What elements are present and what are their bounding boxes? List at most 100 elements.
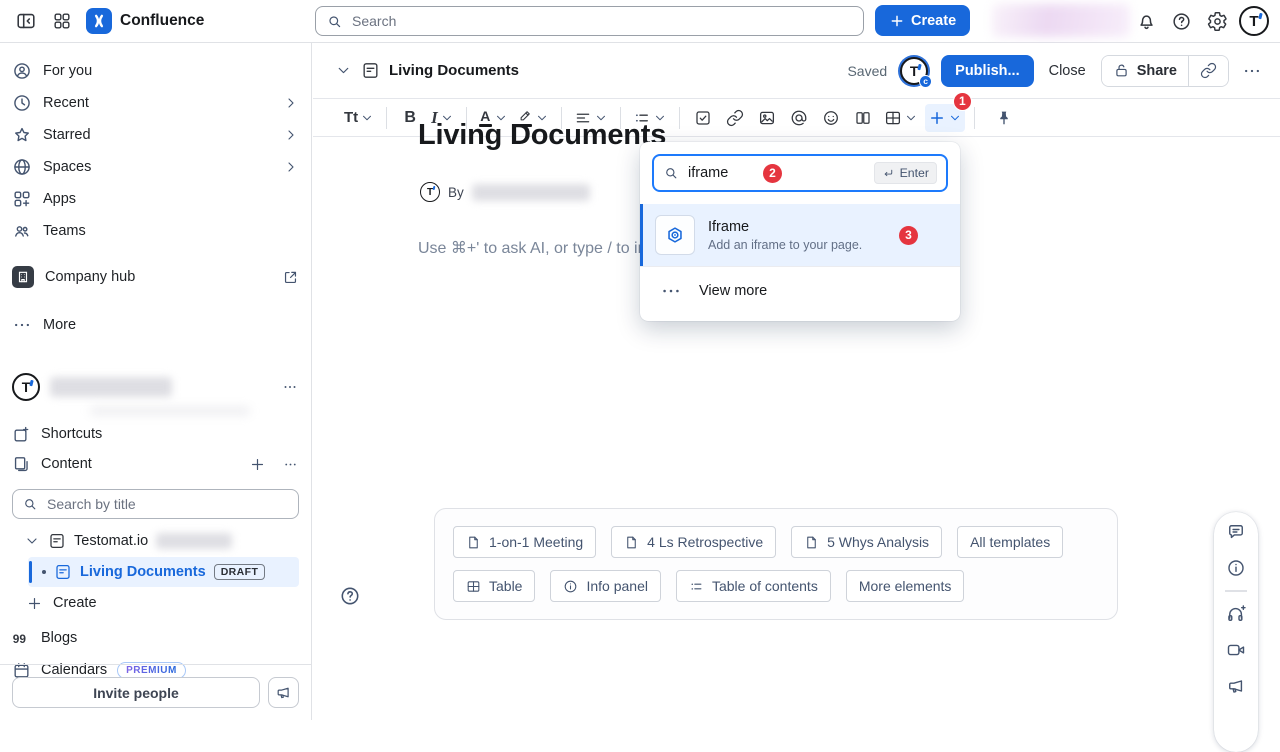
sidebar-content[interactable]: Content <box>0 449 311 479</box>
global-search[interactable] <box>315 6 864 36</box>
chevron-down-icon <box>948 111 962 125</box>
avatar-tick-mark <box>29 380 33 386</box>
share-button[interactable]: Share <box>1102 56 1188 86</box>
page-more-button[interactable] <box>1242 61 1262 81</box>
chip-label: All templates <box>970 534 1050 550</box>
notifications-button[interactable] <box>1131 0 1161 42</box>
settings-button[interactable] <box>1202 0 1232 42</box>
copy-link-button[interactable] <box>1189 56 1228 86</box>
announcement-button[interactable] <box>268 677 299 708</box>
chevron-right-icon <box>283 127 299 143</box>
iframe-menu-item[interactable]: Iframe Add an iframe to your page. 3 <box>640 204 960 266</box>
content-search[interactable] <box>12 489 299 519</box>
redacted-author-name <box>472 184 590 201</box>
sidebar-item-more[interactable]: More <box>0 309 311 341</box>
help-icon <box>1171 11 1192 32</box>
view-more-menu-item[interactable]: View more <box>640 267 960 315</box>
bell-icon <box>1136 11 1157 32</box>
redacted-page-suffix <box>156 533 232 549</box>
chevron-down-icon <box>335 62 352 79</box>
iframe-icon <box>655 215 695 255</box>
close-button[interactable]: Close <box>1047 63 1088 79</box>
sidebar-item-starred[interactable]: Starred <box>0 119 311 151</box>
page-collapse-chevron[interactable] <box>335 62 352 79</box>
enter-label: Enter <box>900 166 929 180</box>
collapse-sidebar-button[interactable] <box>10 0 42 42</box>
insert-search-input[interactable] <box>686 164 756 182</box>
content-add-button[interactable] <box>249 456 266 473</box>
publish-button[interactable]: Publish... <box>941 55 1033 87</box>
more-elements-button[interactable]: More elements <box>846 570 965 602</box>
video-button[interactable] <box>1226 640 1246 660</box>
invite-people-button[interactable]: Invite people <box>12 677 260 708</box>
megaphone-icon <box>275 684 292 701</box>
tree-item-living-documents-selected[interactable]: Living Documents DRAFT <box>28 557 299 587</box>
create-button[interactable]: Create <box>875 5 970 36</box>
checkbox-icon <box>694 109 712 127</box>
content-search-input[interactable] <box>45 495 289 513</box>
avatar-letter: T <box>910 63 919 79</box>
emoji-button[interactable] <box>817 104 845 132</box>
sidebar-item-apps[interactable]: Apps <box>0 183 311 215</box>
global-search-input[interactable] <box>350 12 853 30</box>
ellipsis-icon <box>282 456 299 473</box>
insert-link-button[interactable] <box>721 104 749 132</box>
chevron-down-icon <box>24 533 40 549</box>
table-button[interactable] <box>881 104 921 132</box>
insert-elements-button[interactable]: 1 <box>925 104 965 132</box>
announcements-button[interactable] <box>1226 676 1246 696</box>
mention-button[interactable] <box>785 104 813 132</box>
collaborator-avatar[interactable]: T c <box>900 57 928 85</box>
sidebar-item-company-hub[interactable]: Company hub <box>0 261 311 293</box>
account-avatar[interactable]: T <box>1238 0 1270 42</box>
text-styles-button[interactable]: Tt <box>341 104 377 132</box>
document-title[interactable]: Living Documents <box>418 119 666 152</box>
page-icon <box>361 61 380 80</box>
star-icon <box>12 125 32 145</box>
space-more-button[interactable] <box>281 378 299 396</box>
comment-icon <box>1226 522 1246 542</box>
step-badge-1: 1 <box>953 92 972 111</box>
app-switcher-button[interactable] <box>46 0 78 42</box>
sidebar-item-teams[interactable]: Teams <box>0 215 311 247</box>
all-templates-button[interactable]: All templates <box>957 526 1063 558</box>
insert-search-field[interactable]: 2 Enter <box>652 154 948 192</box>
page-icon <box>48 532 66 550</box>
tree-create-button[interactable]: Create <box>0 589 311 617</box>
space-header[interactable]: T <box>0 367 311 407</box>
pin-toolbar-button[interactable] <box>990 104 1018 132</box>
link-icon <box>726 109 744 127</box>
template-4ls-retrospective[interactable]: 4 Ls Retrospective <box>611 526 776 558</box>
editor-help-button[interactable] <box>339 585 361 607</box>
sidebar-blogs[interactable]: 99 Blogs <box>0 623 311 653</box>
page-icon <box>624 535 639 550</box>
sidebar-shortcuts[interactable]: Shortcuts <box>0 419 311 449</box>
audio-button[interactable] <box>1226 604 1246 624</box>
sidebar-item-spaces[interactable]: Spaces <box>0 151 311 183</box>
sidebar-item-for-you[interactable]: For you <box>0 55 311 87</box>
redacted-space-subtext <box>90 407 250 415</box>
quote-icon: 99 <box>12 629 31 648</box>
content-more-button[interactable] <box>282 456 299 473</box>
chevron-right-icon <box>283 159 299 175</box>
insert-table-chip[interactable]: Table <box>453 570 535 602</box>
insert-info-panel-chip[interactable]: Info panel <box>550 570 661 602</box>
confluence-home-link[interactable]: Confluence <box>86 0 204 42</box>
shortcuts-icon <box>12 425 31 444</box>
insert-toc-chip[interactable]: Table of contents <box>676 570 831 602</box>
help-button[interactable] <box>1166 0 1196 42</box>
template-5-whys-analysis[interactable]: 5 Whys Analysis <box>791 526 942 558</box>
sidebar-item-recent[interactable]: Recent <box>0 87 311 119</box>
sidebar-footer: Invite people <box>0 664 311 720</box>
pin-icon <box>995 109 1013 127</box>
layouts-button[interactable] <box>849 104 877 132</box>
link-icon <box>1200 62 1217 79</box>
sidebar-item-label: Recent <box>43 95 272 111</box>
template-1on1-meeting[interactable]: 1-on-1 Meeting <box>453 526 596 558</box>
task-list-button[interactable] <box>689 104 717 132</box>
insert-image-button[interactable] <box>753 104 781 132</box>
details-button[interactable] <box>1226 558 1246 578</box>
tree-item-testomat[interactable]: Testomat.io <box>0 527 311 555</box>
comments-button[interactable] <box>1226 522 1246 542</box>
chevron-down-icon <box>904 111 918 125</box>
